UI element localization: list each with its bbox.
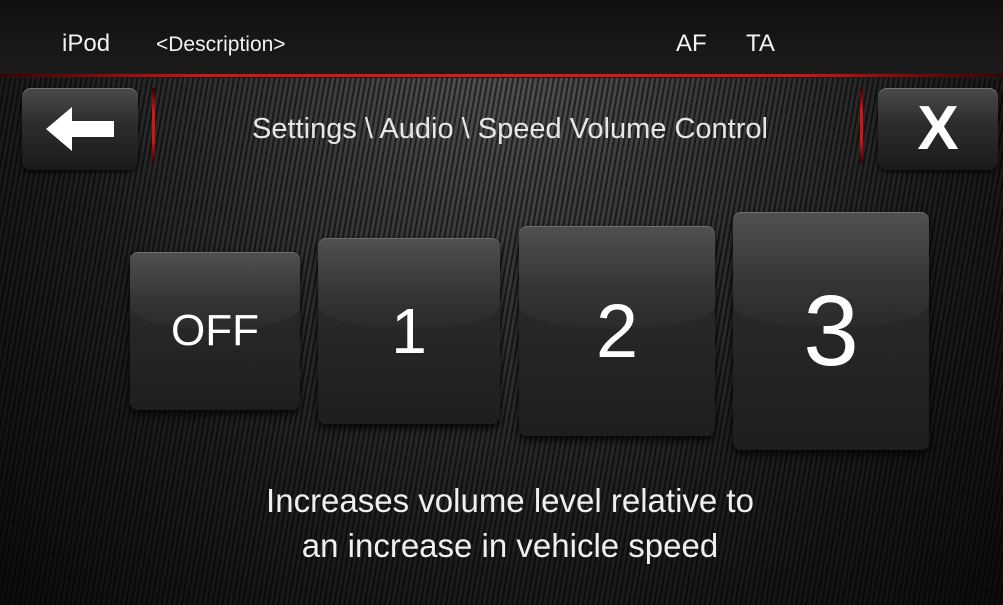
screen: iPod <Description> AF TA Settings \ Audi… <box>0 0 1003 605</box>
level-3-label: 3 <box>803 274 859 387</box>
level-off-button[interactable]: OFF <box>130 252 300 410</box>
description-line-1: Increases volume level relative to <box>266 482 754 519</box>
source-label: iPod <box>62 30 111 57</box>
close-button[interactable]: X <box>878 88 998 170</box>
level-3-button[interactable]: 3 <box>733 212 929 450</box>
description-line-2: an increase in vehicle speed <box>301 527 719 564</box>
arrow-left-icon <box>46 107 114 151</box>
level-1-button[interactable]: 1 <box>318 238 500 424</box>
header-separator-left <box>152 88 155 163</box>
level-off-label: OFF <box>171 306 259 355</box>
back-button[interactable] <box>22 88 138 170</box>
close-icon: X <box>917 94 959 163</box>
header-separator-right <box>860 88 863 163</box>
level-2-label: 2 <box>595 288 639 374</box>
status-bar: iPod <Description> AF TA <box>0 0 1003 78</box>
af-indicator: AF <box>676 30 707 57</box>
level-1-label: 1 <box>391 295 427 367</box>
track-description: <Description> <box>156 33 286 56</box>
description-text: Increases volume level relative to an in… <box>150 478 870 568</box>
level-2-button[interactable]: 2 <box>519 226 715 436</box>
status-divider <box>0 74 1003 77</box>
breadcrumb: Settings \ Audio \ Speed Volume Control <box>252 113 768 145</box>
ta-indicator: TA <box>746 30 775 57</box>
